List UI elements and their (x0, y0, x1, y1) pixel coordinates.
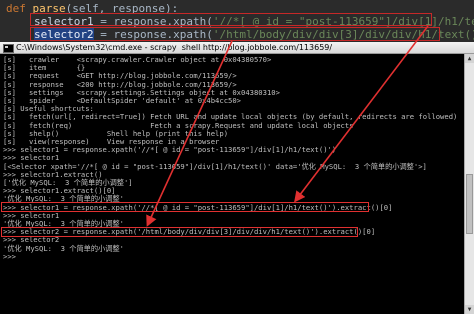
console-scrollbar[interactable]: ▲ ▼ (464, 54, 474, 314)
cmd-title-bar[interactable]: C:\Windows\System32\cmd.exe - scrapy she… (0, 42, 474, 54)
code-editor: def parse(self, response): selector1 = r… (0, 0, 474, 44)
highlight-box-selector2 (30, 27, 440, 41)
console-line: '优化 MySQL: 3 个简单的小调整' (3, 243, 124, 253)
scroll-thumb[interactable] (466, 174, 473, 234)
scroll-down-arrow-icon[interactable]: ▼ (465, 305, 474, 314)
console-line: >>> (3, 251, 16, 261)
cmd-icon (3, 44, 14, 53)
keyword-def: def (6, 2, 26, 15)
highlight-box-selector1 (30, 13, 432, 26)
highlight-box-console-selector1 (1, 202, 369, 212)
console-output[interactable]: [s] crawler <scrapy.crawler.Crawler obje… (0, 54, 464, 314)
window-title: C:\Windows\System32\cmd.exe - scrapy she… (16, 43, 333, 52)
highlight-box-console-selector2 (1, 227, 358, 237)
scroll-up-arrow-icon[interactable]: ▲ (465, 54, 474, 63)
